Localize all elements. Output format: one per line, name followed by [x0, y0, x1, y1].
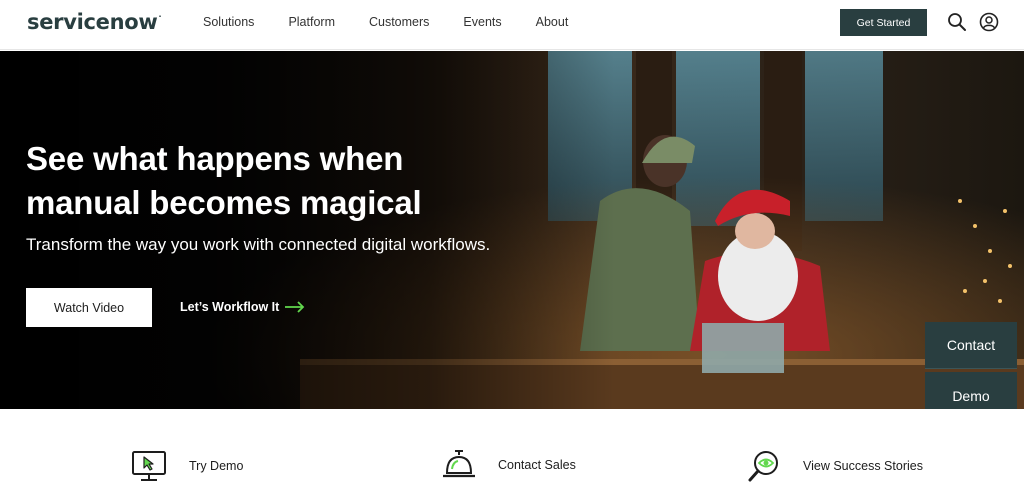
hero-background-image — [0, 51, 1024, 409]
service-bell-icon — [443, 450, 475, 478]
try-demo-link[interactable]: Try Demo — [131, 449, 243, 483]
nav-solutions[interactable]: Solutions — [203, 15, 254, 29]
contact-sales-link[interactable]: Contact Sales — [442, 449, 576, 481]
search-icon[interactable] — [947, 12, 967, 32]
site-header: servicenow. Solutions Platform Customers… — [0, 0, 1024, 50]
get-started-button[interactable]: Get Started — [840, 9, 927, 36]
view-success-stories-link[interactable]: View Success Stories — [747, 449, 923, 483]
lets-workflow-it-link[interactable]: Let’s Workflow It — [180, 300, 305, 314]
contact-sales-label: Contact Sales — [498, 458, 576, 472]
hero-title: See what happens when manual becomes mag… — [26, 140, 422, 221]
nav-events[interactable]: Events — [463, 15, 501, 29]
view-success-stories-label: View Success Stories — [803, 459, 923, 473]
monitor-cursor-icon — [132, 451, 166, 481]
main-nav: Solutions Platform Customers Events Abou… — [203, 15, 602, 29]
hero-banner: See what happens when manual becomes mag… — [0, 51, 1024, 409]
user-icon[interactable] — [979, 12, 999, 32]
lets-workflow-it-label: Let’s Workflow It — [180, 300, 280, 314]
nav-platform[interactable]: Platform — [288, 15, 335, 29]
magnifier-icon — [748, 451, 778, 482]
nav-customers[interactable]: Customers — [369, 15, 429, 29]
hero-subtitle: Transform the way you work with connecte… — [26, 235, 491, 254]
try-demo-label: Try Demo — [189, 459, 244, 473]
nav-about[interactable]: About — [536, 15, 569, 29]
arrow-right-icon — [285, 301, 305, 313]
servicenow-logo[interactable]: servicenow. — [27, 10, 161, 34]
watch-video-button[interactable]: Watch Video — [26, 288, 152, 327]
side-contact-button[interactable]: Contact — [925, 322, 1017, 369]
quick-actions-bar: Try Demo Contact Sales View Success Stor… — [0, 409, 1024, 495]
